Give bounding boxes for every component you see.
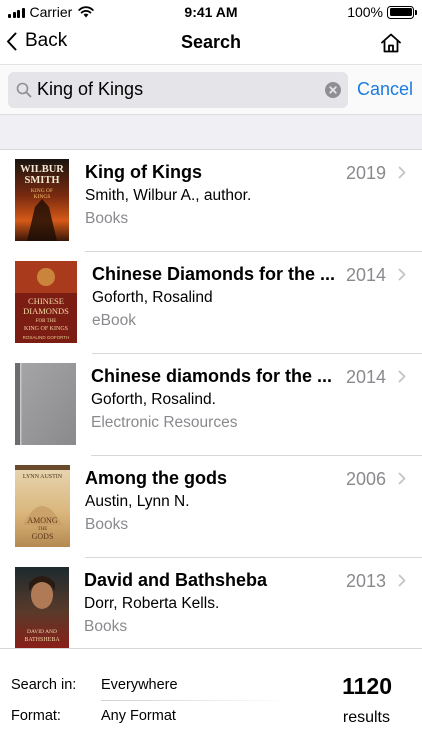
search-summary-bar: Search in: Everywhere Format: Any Format…	[0, 648, 422, 750]
item-year: 2014	[345, 265, 386, 285]
cover-text: LYNN AUSTIN	[23, 474, 63, 480]
item-title: King of Kings	[85, 162, 202, 182]
battery-icon	[387, 5, 417, 19]
clear-icon[interactable]	[325, 82, 341, 98]
item-format: Books	[84, 618, 128, 635]
status-bar: Carrier 9:41 AM 100%	[0, 0, 422, 24]
cover-text: CHINESE	[28, 296, 64, 306]
search-input[interactable]: King of Kings	[8, 72, 348, 108]
item-author: Goforth, Rosalind.	[91, 391, 216, 408]
item-title: David and Bathsheba	[84, 570, 268, 590]
chevron-right-icon	[398, 166, 406, 179]
item-format: Books	[85, 210, 129, 227]
search-bar: King of Kings Cancel	[0, 64, 422, 114]
book-cover: LYNN AUSTIN AMONG THE GODS	[15, 465, 70, 547]
chevron-right-icon	[398, 370, 406, 383]
battery-percent: 100%	[347, 4, 383, 20]
divider	[101, 700, 291, 701]
book-cover: WILBUR SMITH KING OF KINGS	[15, 159, 69, 241]
book-cover: CHINESE DIAMONDS FOR THE KING OF KINGS R…	[15, 261, 77, 343]
result-count-label: results	[342, 709, 390, 726]
format-label: Format:	[11, 708, 61, 724]
results-list: WILBUR SMITH KING OF KINGS King of Kings…	[0, 150, 422, 648]
cover-text: SMITH	[24, 175, 59, 186]
search-in-value[interactable]: Everywhere	[101, 677, 178, 693]
cover-text: DAVID AND	[27, 629, 57, 635]
item-author: Dorr, Roberta Kells.	[84, 595, 220, 612]
page-title: Search	[180, 32, 242, 52]
cover-text: GODS	[32, 532, 54, 541]
home-icon[interactable]	[380, 32, 402, 54]
chevron-right-icon	[398, 574, 406, 587]
cover-text: FOR THE	[36, 319, 57, 324]
search-icon	[16, 82, 32, 98]
cover-text: DIAMONDS	[23, 306, 69, 316]
search-in-label: Search in:	[11, 677, 77, 693]
list-item[interactable]: WILBUR SMITH KING OF KINGS King of Kings…	[0, 150, 422, 252]
status-right: 100%	[347, 4, 417, 20]
result-count: 1120	[342, 673, 392, 699]
chevron-right-icon	[398, 268, 406, 281]
cover-text: KING OF KINGS	[24, 326, 68, 332]
item-title: Chinese diamonds for the ...	[91, 366, 333, 386]
cover-text: WILBUR	[20, 164, 64, 175]
book-cover: DAVID AND BATHSHEBA	[15, 567, 69, 648]
nav-bar: Back Search	[0, 24, 422, 64]
chevron-right-icon	[398, 472, 406, 485]
list-item[interactable]: DAVID AND BATHSHEBA David and Bathsheba …	[0, 558, 422, 648]
item-author: Austin, Lynn N.	[85, 493, 190, 510]
item-format: Electronic Resources	[91, 414, 238, 431]
item-author: Smith, Wilbur A., author.	[85, 187, 252, 204]
item-year: 2006	[345, 469, 386, 489]
cancel-button[interactable]: Cancel	[357, 79, 413, 100]
list-item[interactable]: CHINESE DIAMONDS FOR THE KING OF KINGS R…	[0, 252, 422, 354]
cover-text: BATHSHEBA	[24, 637, 60, 643]
item-format: eBook	[92, 312, 136, 329]
item-author: Goforth, Rosalind	[92, 289, 213, 306]
list-item[interactable]: LYNN AUSTIN AMONG THE GODS Among the god…	[0, 456, 422, 558]
cover-text: KINGS	[34, 194, 51, 200]
item-year: 2019	[345, 163, 386, 183]
item-title: Among the gods	[85, 468, 227, 488]
item-format: Books	[85, 516, 129, 533]
book-cover	[15, 363, 76, 445]
cover-text: ROSALIND GOFORTH	[23, 335, 70, 340]
search-query: King of Kings	[37, 79, 144, 99]
list-item[interactable]: Chinese diamonds for the ... Goforth, Ro…	[0, 354, 422, 456]
cover-text: AMONG	[27, 516, 57, 525]
item-title: Chinese Diamonds for the ...	[92, 264, 336, 284]
item-year: 2013	[345, 571, 386, 591]
section-spacer	[0, 114, 422, 150]
item-year: 2014	[345, 367, 386, 387]
format-value[interactable]: Any Format	[101, 708, 176, 724]
